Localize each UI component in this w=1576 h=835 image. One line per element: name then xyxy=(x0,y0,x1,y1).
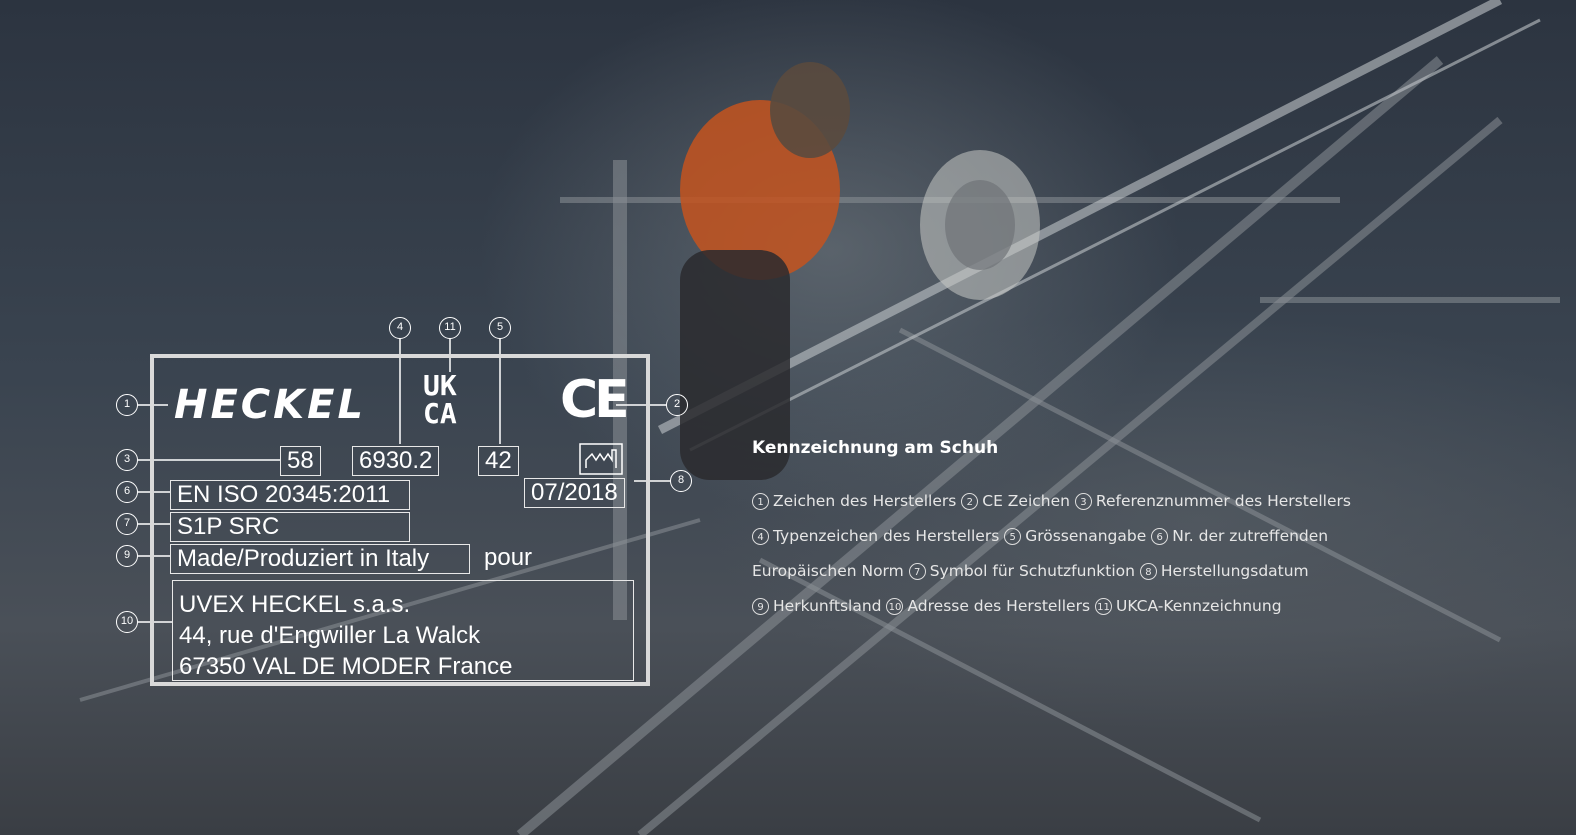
marker-11: 11 xyxy=(439,317,461,339)
legend-num: 4 xyxy=(752,528,769,545)
legend-title: Kennzeichnung am Schuh xyxy=(752,438,999,458)
legend-line-3: Europäischen Norm 7 Symbol für Schutzfunk… xyxy=(752,554,1472,589)
marker-10: 10 xyxy=(116,611,138,633)
legend-num: 7 xyxy=(908,563,926,580)
manufacture-date: 07/2018 xyxy=(524,478,625,508)
brand-logo: HECKEL xyxy=(174,382,366,428)
marker-3: 3 xyxy=(116,449,138,471)
legend-text: Adresse des Herstellers xyxy=(907,597,1091,615)
norm-number: EN ISO 20345:2011 xyxy=(170,480,410,510)
legend-text: Symbol für Schutzfunktion xyxy=(929,562,1135,580)
ukca-line-2: CA xyxy=(423,397,457,430)
legend-num: 9 xyxy=(752,598,769,615)
legend-num: 5 xyxy=(1004,528,1022,545)
factory-date-icon xyxy=(579,443,623,475)
marker-9: 9 xyxy=(116,545,138,567)
marker-5: 5 xyxy=(489,317,511,339)
protection-symbol: S1P SRC xyxy=(170,512,410,542)
legend-text: Zeichen des Herstellers xyxy=(773,492,957,510)
manufacturer-address: UVEX HECKEL s.a.s. 44, rue d'Engwiller L… xyxy=(172,580,634,681)
marker-7: 7 xyxy=(116,513,138,535)
ce-mark: CE xyxy=(560,370,630,430)
address-line-3: 67350 VAL DE MODER France xyxy=(179,653,513,680)
country-of-origin: Made/Produziert in Italy xyxy=(170,544,470,574)
legend-text: Europäischen Norm xyxy=(752,562,904,580)
reference-number: 58 xyxy=(280,446,321,476)
legend-num: 8 xyxy=(1139,563,1157,580)
ukca-mark: UK CA xyxy=(423,372,457,428)
legend-text: Nr. der zutreffenden xyxy=(1172,527,1329,545)
marker-8: 8 xyxy=(670,470,692,492)
ukca-line-1: UK xyxy=(423,369,457,402)
legend-num: 2 xyxy=(961,493,979,510)
legend-text: Herkunftsland xyxy=(773,597,882,615)
legend-text: Grössenangabe xyxy=(1025,527,1147,545)
marker-1: 1 xyxy=(116,394,138,416)
legend-text: Referenznummer des Herstellers xyxy=(1095,492,1351,510)
legend-num: 6 xyxy=(1151,528,1169,545)
pour-text: pour xyxy=(484,544,533,571)
legend-text: Herstellungsdatum xyxy=(1160,562,1309,580)
marking-legend: Kennzeichnung am Schuh 1 Zeichen des Hers… xyxy=(752,438,1472,624)
legend-line-2: 4 Typenzeichen des Herstellers 5 Grössenan… xyxy=(752,519,1472,554)
address-line-1: UVEX HECKEL s.a.s. xyxy=(179,591,411,618)
legend-text: Typenzeichen des Herstellers xyxy=(773,527,1000,545)
marker-2: 2 xyxy=(666,394,688,416)
legend-text: CE Zeichen xyxy=(982,492,1070,510)
legend-line-4: 9 Herkunftsland 10 Adresse des Herstellers… xyxy=(752,589,1472,624)
address-line-2: 44, rue d'Engwiller La Walck xyxy=(179,622,481,649)
legend-num: 1 xyxy=(752,493,769,510)
legend-num: 10 xyxy=(886,598,904,615)
legend-num: 3 xyxy=(1074,493,1092,510)
legend-line-1: 1 Zeichen des Herstellers 2 CE Zeichen 3 Re… xyxy=(752,484,1472,519)
type-code: 6930.2 xyxy=(352,446,440,476)
marker-4: 4 xyxy=(389,317,411,339)
legend-text: UKCA-Kennzeichnung xyxy=(1115,597,1282,615)
marker-6: 6 xyxy=(116,481,138,503)
legend-num: 11 xyxy=(1094,598,1112,615)
size-value: 42 xyxy=(478,446,519,476)
